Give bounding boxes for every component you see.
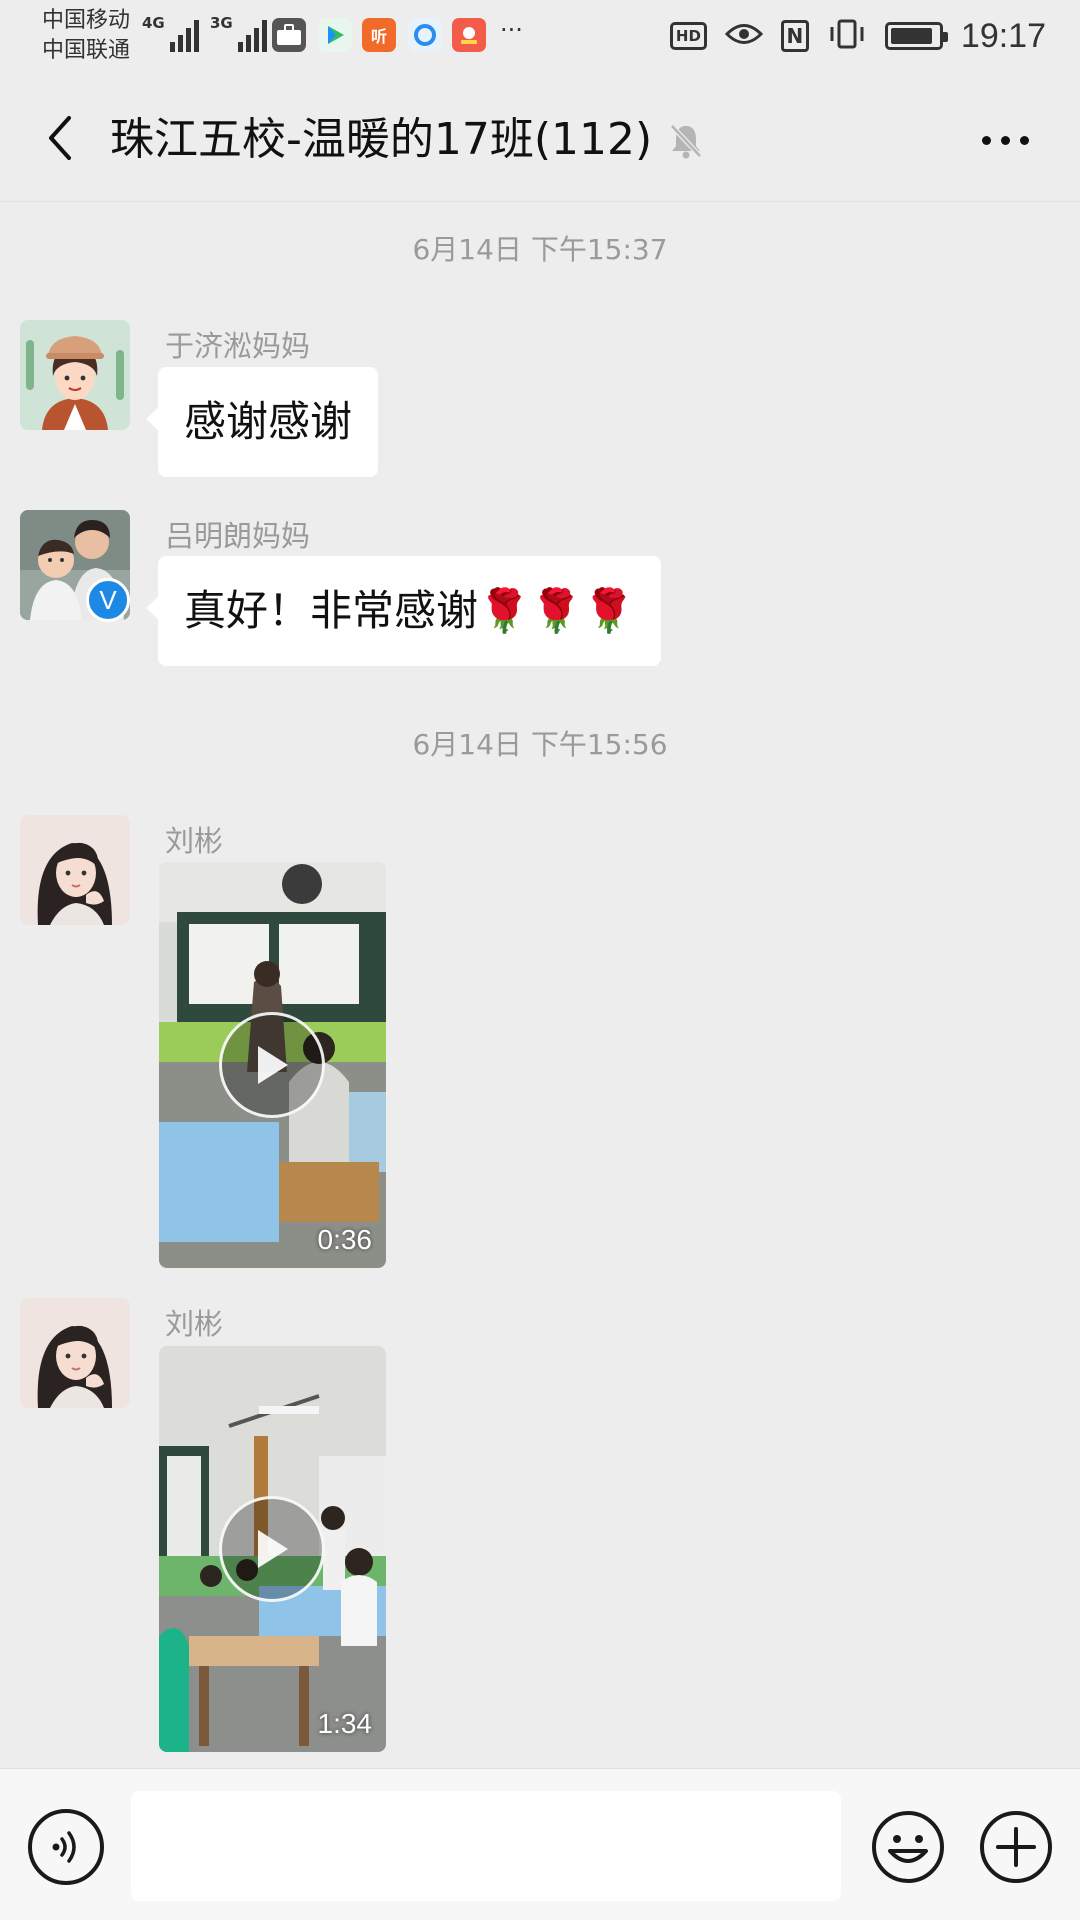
girl-illustration-avatar <box>20 815 130 925</box>
sender-name: 吕明朗妈妈 <box>165 519 311 553</box>
more-notifications-icon: ··· <box>500 16 523 44</box>
message-timestamp: 6月14日 下午15:37 <box>412 233 668 266</box>
carrier-2: 中国联通 <box>42 38 131 63</box>
carrier-names: 中国移动 中国联通 <box>42 6 130 66</box>
chat-header: 珠江五校-温暖的17班(112) <box>0 80 1080 202</box>
more-functions-button[interactable] <box>978 1809 1054 1885</box>
battery-icon <box>884 22 948 50</box>
video-message[interactable]: 0:36 <box>159 862 386 1268</box>
signal-3g-icon: 3G <box>210 14 267 52</box>
verified-badge-icon: V <box>86 578 130 622</box>
play-icon <box>258 1046 288 1084</box>
voice-input-button[interactable] <box>28 1809 104 1885</box>
voice-wave-icon <box>52 1831 76 1863</box>
briefcase-icon <box>272 18 306 52</box>
sender-name: 刘彬 <box>165 824 224 858</box>
carrier-1: 中国移动 <box>42 8 131 33</box>
eye-comfort-icon <box>724 21 764 51</box>
sender-name: 刘彬 <box>165 1307 224 1341</box>
back-button[interactable] <box>30 108 90 168</box>
video-duration: 1:34 <box>317 1708 373 1739</box>
clock: 19:17 <box>960 16 1046 55</box>
video-duration: 0:36 <box>317 1224 373 1255</box>
play-icon <box>258 1530 288 1568</box>
listen-app-icon: 听 <box>362 18 396 52</box>
message-timestamp: 6月14日 下午15:56 <box>412 728 668 761</box>
more-options-button[interactable] <box>970 110 1040 170</box>
avatar[interactable]: V <box>20 510 130 622</box>
play-button[interactable] <box>219 1496 325 1602</box>
text-message-bubble[interactable]: 感谢感谢 <box>145 367 379 477</box>
text-message-bubble[interactable]: 真好！非常感谢🌹🌹🌹 <box>146 556 661 666</box>
video-message[interactable]: 1:34 <box>159 1346 386 1752</box>
girl-illustration-avatar <box>20 1298 130 1408</box>
mute-bell-icon <box>668 122 704 164</box>
shopping-app-icon <box>452 18 486 52</box>
chevron-left-icon <box>49 116 71 160</box>
chat-title: 珠江五校-温暖的17班(112) <box>110 114 653 165</box>
plus-circle-icon <box>980 1811 1052 1883</box>
hd-icon: HD <box>669 22 707 50</box>
more-dots-icon <box>981 135 991 145</box>
cartoon-woman-hat-avatar <box>20 320 130 430</box>
avatar[interactable] <box>20 320 130 430</box>
avatar[interactable] <box>20 815 130 925</box>
play-app-icon <box>318 18 352 52</box>
smiley-icon <box>872 1811 944 1883</box>
status-bar: 中国移动 中国联通 4G 3G 听 ··· HD N 19:17 <box>0 0 1080 80</box>
status-right-group: HD N 19:17 <box>669 14 1046 58</box>
play-button[interactable] <box>219 1012 325 1118</box>
vibrate-icon <box>827 18 867 54</box>
signal-4g-icon: 4G <box>142 14 199 52</box>
nfc-icon: N <box>780 20 809 52</box>
sender-name: 于济淞妈妈 <box>165 329 311 363</box>
browser-app-icon <box>408 18 442 52</box>
message-input[interactable] <box>131 1791 841 1901</box>
emoji-button[interactable] <box>870 1809 946 1885</box>
input-bar <box>0 1768 1080 1920</box>
avatar[interactable] <box>20 1298 130 1408</box>
